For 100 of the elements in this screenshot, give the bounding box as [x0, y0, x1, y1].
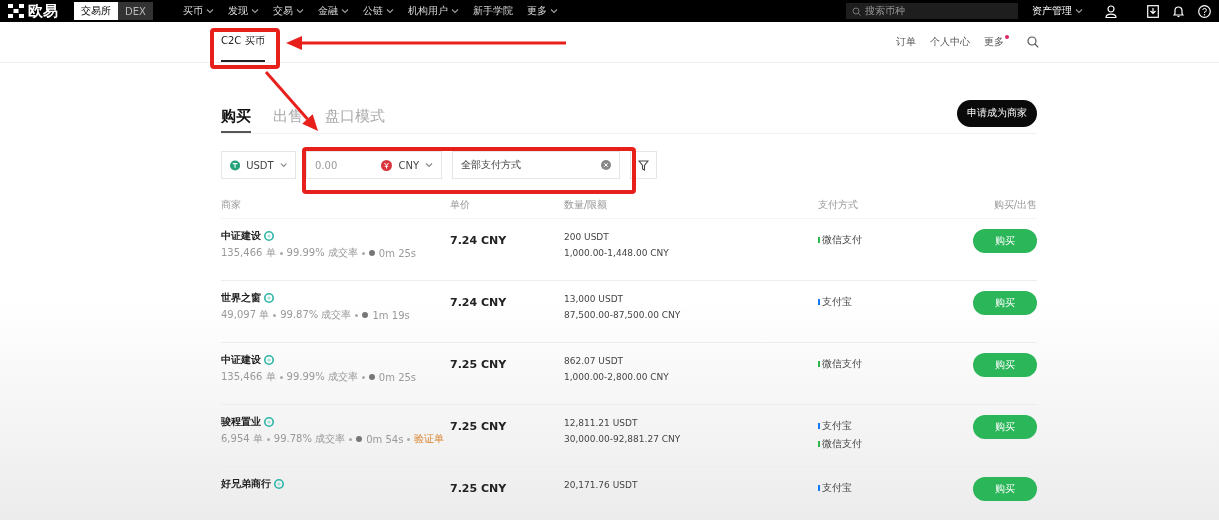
caret-icon: [450, 8, 459, 14]
sub-nav-link[interactable]: 个人中心: [930, 22, 970, 62]
merchant-name[interactable]: 中证建设: [221, 229, 261, 243]
merchant-name[interactable]: 中证建设: [221, 353, 261, 367]
order-limit: 1,000.00-1,448.00 CNY: [564, 247, 670, 260]
caret-icon: [1075, 8, 1083, 14]
available-amount: 13,000 USDT: [564, 293, 625, 306]
caret-icon: [549, 8, 558, 14]
notification-dot: [1005, 35, 1009, 39]
unit-price: 7.24 CNY: [450, 295, 507, 309]
unit-price: 7.25 CNY: [450, 357, 507, 371]
clock-icon: [362, 312, 369, 318]
nav-menu-item[interactable]: 发现: [227, 4, 259, 18]
payment-method: 微信支付: [822, 357, 862, 371]
separator-dot: [273, 313, 277, 317]
separator-dot: [355, 313, 359, 317]
caret-icon: [340, 8, 349, 14]
clear-icon[interactable]: [601, 160, 611, 170]
response-time: 0m 25s: [378, 247, 417, 259]
verified-icon: [264, 355, 274, 365]
order-count: 49,097 单: [221, 308, 270, 322]
separator-dot: [407, 437, 411, 441]
merchant-name[interactable]: 骏程置业: [221, 415, 261, 429]
apply-merchant-button[interactable]: 申请成为商家: [957, 99, 1037, 127]
available-amount: 200 USDT: [564, 231, 610, 244]
help-icon[interactable]: [1198, 4, 1211, 18]
order-limit: 1,000.00-2,800.00 CNY: [564, 371, 670, 384]
unit-price: 7.24 CNY: [450, 233, 507, 247]
separator-dot: [279, 375, 283, 379]
caret-icon: [425, 162, 433, 168]
separator-dot: [361, 375, 365, 379]
sub-nav-link[interactable]: 更多: [984, 22, 1009, 62]
payment-method: 支付宝: [822, 419, 852, 433]
caret-icon: [205, 8, 214, 14]
mode-tab[interactable]: DEX: [118, 2, 153, 20]
nav-menu-item[interactable]: 新手学院: [472, 4, 513, 18]
nav-menu-item[interactable]: 机构用户: [407, 4, 459, 18]
unit-price: 7.25 CNY: [450, 419, 507, 433]
nav-menu-item[interactable]: 买币: [182, 4, 214, 18]
sub-nav-link[interactable]: 订单: [896, 22, 916, 62]
completion-rate: 99.78% 成交率: [273, 432, 346, 446]
completion-rate: 99.99% 成交率: [286, 246, 358, 260]
available-amount: 20,171.76 USDT: [564, 479, 639, 492]
completion-rate: 99.99% 成交率: [286, 370, 358, 384]
separator-dot: [349, 437, 353, 441]
order-count: 6,954 单: [221, 432, 263, 446]
nav-menu-item[interactable]: 金融: [317, 4, 349, 18]
response-time: 1m 19s: [372, 309, 410, 321]
nav-menu-item[interactable]: 公链: [362, 4, 394, 18]
highlight-box: [210, 28, 280, 69]
column-header: 支付方式: [818, 198, 859, 212]
nav-menu-item[interactable]: 更多: [526, 4, 558, 18]
bell-icon[interactable]: [1173, 4, 1184, 18]
caret-icon: [295, 8, 304, 14]
caret-icon: [279, 162, 287, 168]
available-amount: 12,811.21 USDT: [564, 417, 639, 430]
order-limit: 87,500.00-87,500.00 CNY: [564, 309, 682, 322]
column-header: 购买/出售: [992, 198, 1037, 212]
verified-icon: [274, 479, 284, 489]
logo-text[interactable]: 欧易: [28, 1, 58, 21]
response-time: 0m 25s: [378, 371, 417, 383]
merchant-name[interactable]: 世界之窗: [221, 291, 261, 305]
payment-method: 微信支付: [822, 233, 862, 247]
sub-nav-tab[interactable]: C2C 买币: [221, 22, 265, 62]
amount-input[interactable]: 0.00 CNY: [306, 151, 442, 179]
separator-dot: [361, 251, 365, 255]
clock-icon: [368, 374, 375, 380]
column-header: 数量/限额: [564, 198, 609, 212]
search-icon[interactable]: [1027, 36, 1039, 48]
user-icon[interactable]: [1105, 4, 1117, 18]
clock-icon: [368, 250, 375, 256]
payment-method: 支付宝: [822, 295, 852, 309]
caret-icon: [250, 8, 259, 14]
merchant-name[interactable]: 好兄弟商行: [221, 477, 271, 491]
caret-icon: [385, 8, 394, 14]
completion-rate: 99.87% 成交率: [280, 308, 352, 322]
search-field[interactable]: 搜索币种: [846, 3, 1018, 19]
verified-icon: [264, 231, 274, 241]
verified-icon: [264, 293, 274, 303]
verified-icon: [264, 417, 274, 427]
column-header: 单价: [450, 198, 471, 212]
filter-icon: [638, 159, 649, 171]
order-count: 135,466 单: [221, 370, 276, 384]
merchant-tag: 验证单: [414, 432, 445, 446]
payment-select[interactable]: 全部支付方式: [452, 151, 620, 179]
search-icon: [852, 6, 861, 16]
column-header: 商家: [221, 198, 242, 212]
separator-dot: [266, 437, 270, 441]
separator-dot: [279, 251, 283, 255]
available-amount: 862.07 USDT: [564, 355, 625, 368]
payment-method: 微信支付: [822, 437, 862, 451]
response-time: 0m 54s: [366, 433, 404, 445]
order-count: 135,466 单: [221, 246, 276, 260]
unit-price: 7.25 CNY: [450, 481, 507, 495]
mode-tab[interactable]: 交易所: [74, 2, 118, 20]
assets-menu[interactable]: 资产管理: [1032, 4, 1083, 18]
crypto-select[interactable]: USDT: [221, 151, 296, 179]
trade-tab[interactable]: 购买: [221, 97, 251, 133]
nav-menu-item[interactable]: 交易: [272, 4, 304, 18]
download-icon[interactable]: [1147, 4, 1159, 18]
